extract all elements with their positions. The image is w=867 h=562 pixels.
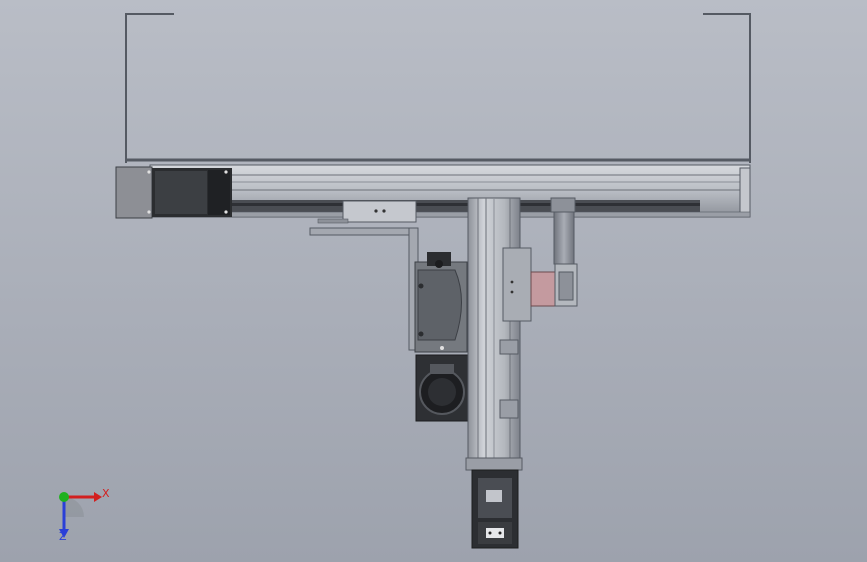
vertical-linear-axis[interactable] [465, 197, 523, 471]
gearbox[interactable] [415, 346, 469, 422]
y-axis-dot [59, 492, 69, 502]
mounting-bracket[interactable] [309, 227, 419, 351]
horizontal-axis-motor[interactable] [115, 166, 232, 219]
assembly-model[interactable] [0, 0, 867, 562]
gripper-end-effector[interactable] [471, 469, 519, 549]
right-bracket [703, 13, 751, 163]
horizontal-linear-axis[interactable] [149, 164, 751, 218]
x-axis-label: X [102, 487, 110, 500]
pneumatic-cylinder[interactable] [550, 197, 578, 307]
bracket-frame[interactable] [125, 13, 751, 163]
cad-graphics-viewport[interactable]: X Z [0, 0, 867, 562]
servo-motor[interactable] [414, 252, 468, 353]
z-axis-label: Z [59, 530, 67, 543]
left-bracket [125, 13, 174, 163]
